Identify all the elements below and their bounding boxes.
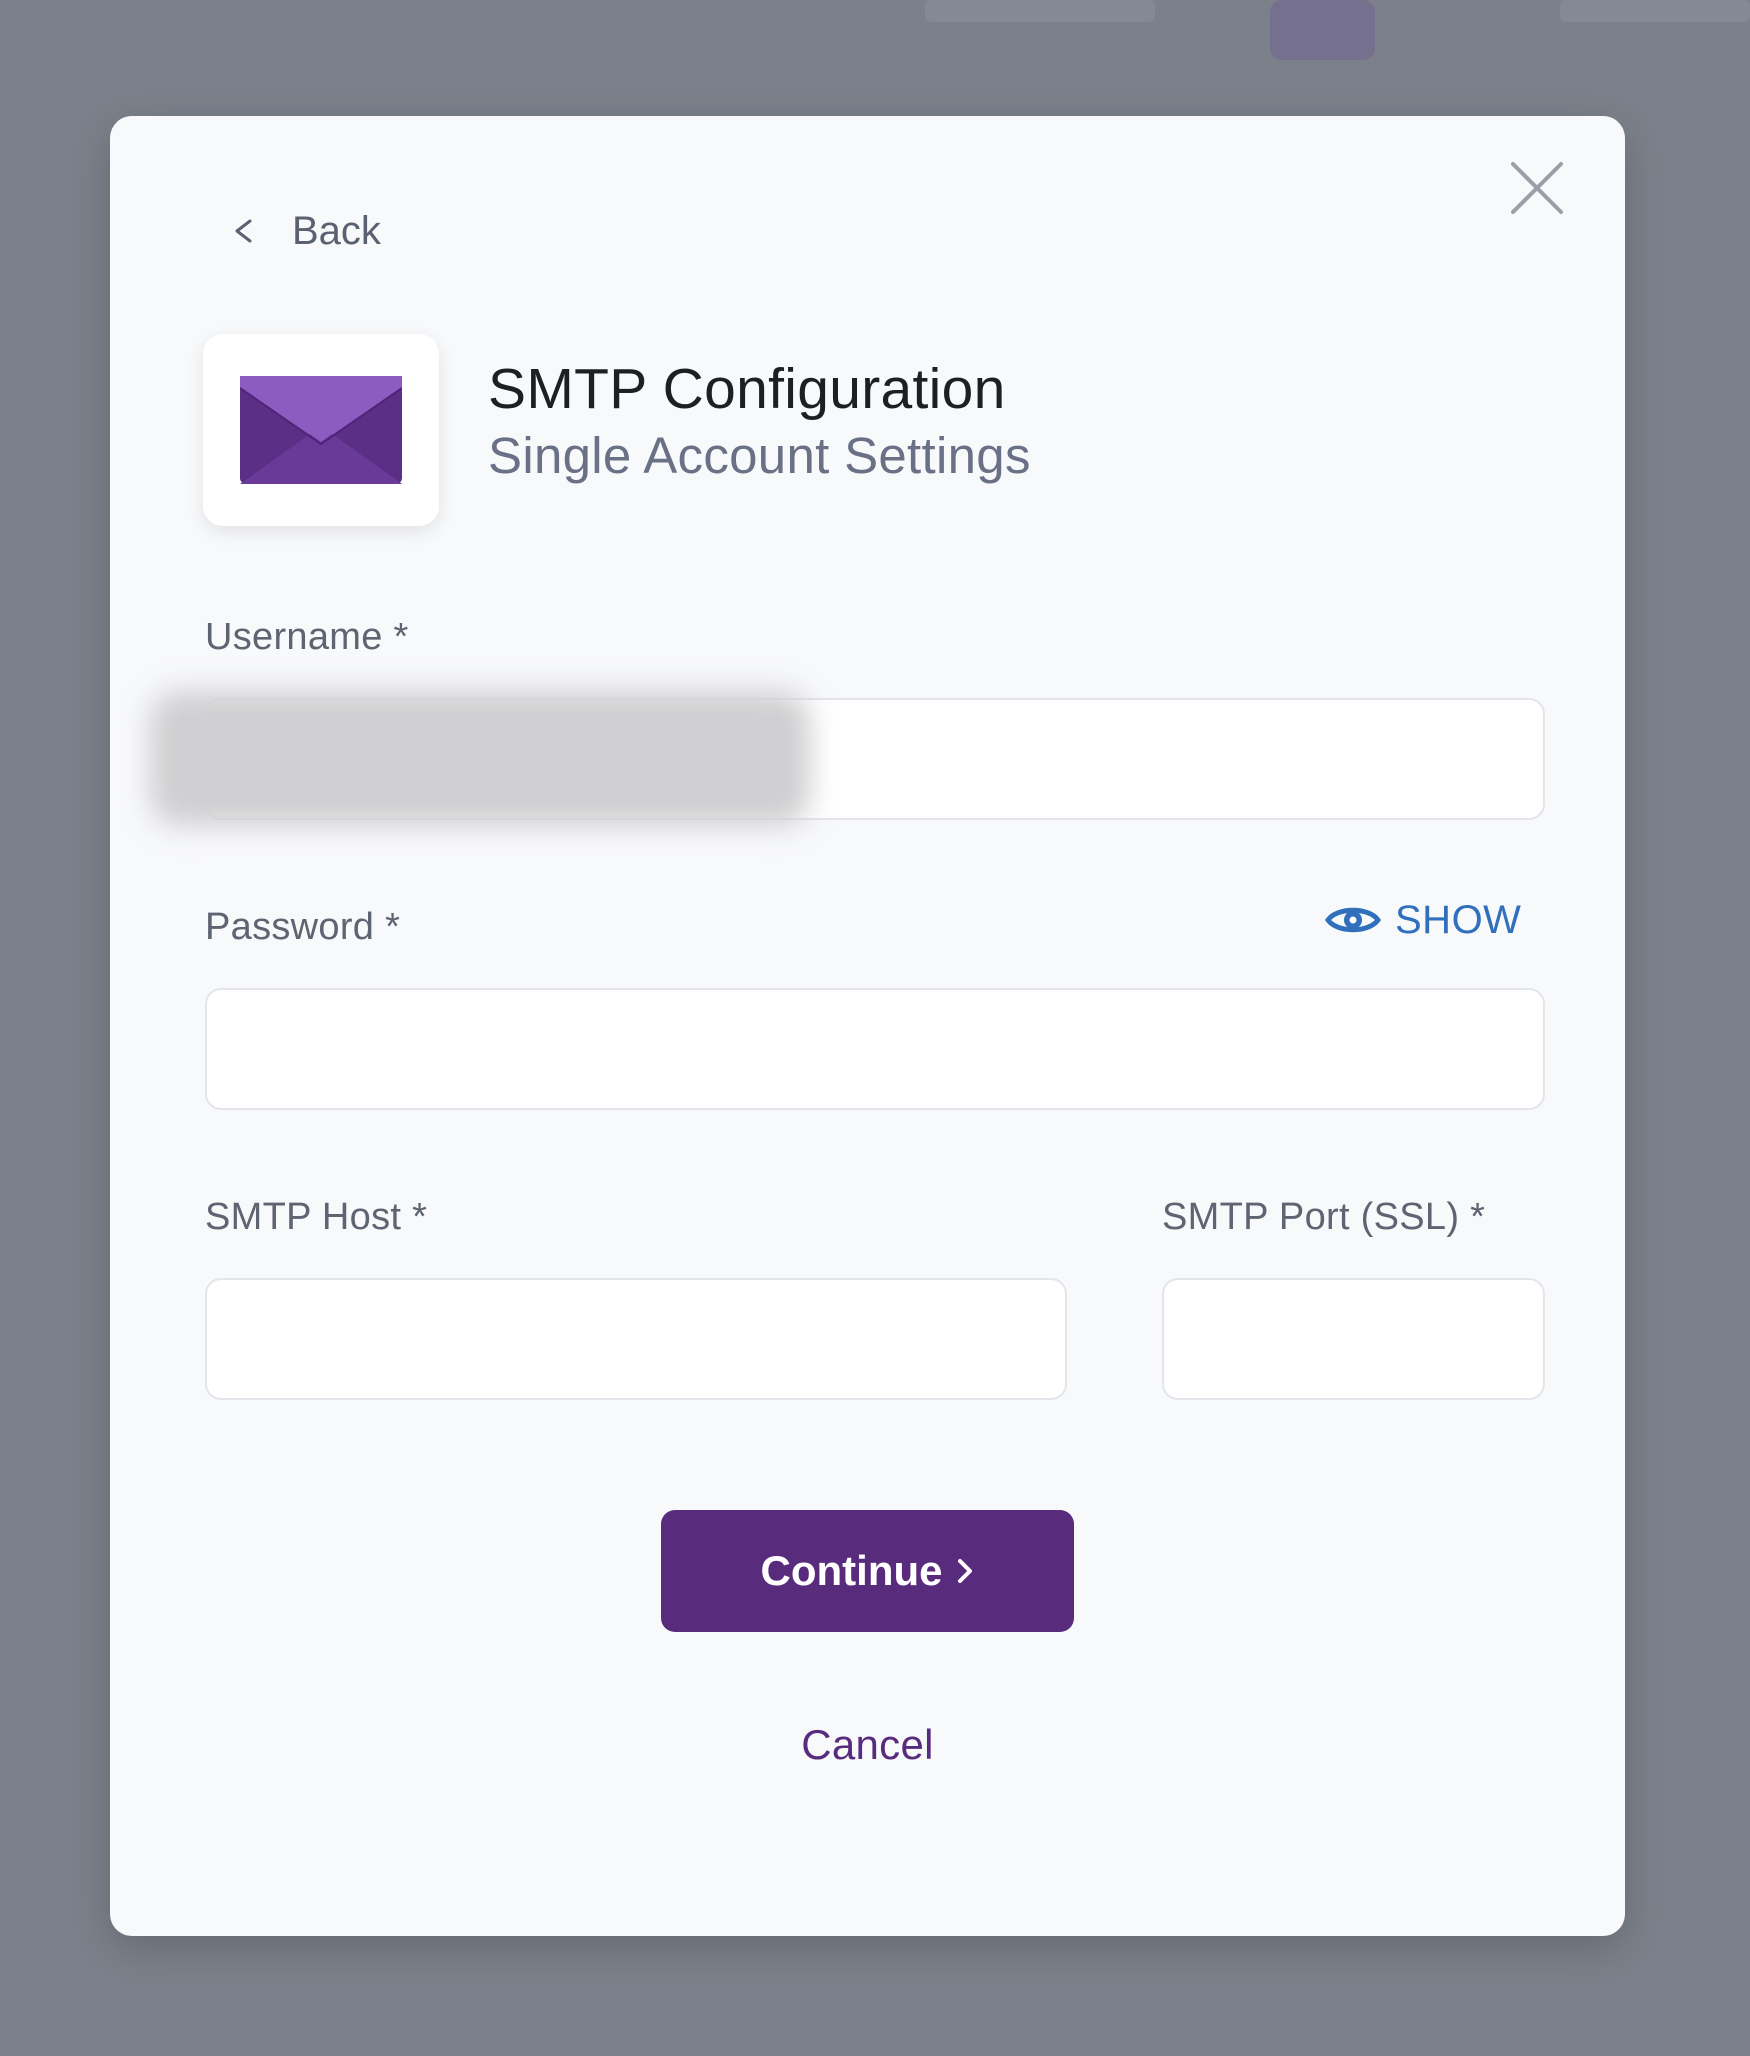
close-icon <box>1511 162 1563 214</box>
password-label: Password * <box>205 906 401 948</box>
chevron-left-icon <box>235 219 252 243</box>
chevron-right-icon <box>958 1559 973 1583</box>
background-app-avatar <box>1270 0 1375 60</box>
close-button[interactable] <box>1505 156 1569 220</box>
back-label: Back <box>292 208 381 253</box>
back-button[interactable]: Back <box>232 206 381 256</box>
eye-icon <box>1325 907 1381 933</box>
smtp-logo <box>203 334 439 526</box>
show-password-toggle[interactable]: SHOW <box>1325 896 1521 944</box>
continue-button[interactable]: Continue <box>661 1510 1074 1632</box>
cancel-button[interactable]: Cancel <box>661 1721 1074 1769</box>
password-input[interactable] <box>205 988 1545 1110</box>
background-app-text <box>925 0 1155 22</box>
redacted-username <box>150 691 810 826</box>
dialog-subtitle: Single Account Settings <box>488 427 1031 484</box>
username-label: Username * <box>205 616 409 658</box>
smtp-port-label: SMTP Port (SSL) * <box>1162 1196 1486 1238</box>
smtp-port-input[interactable] <box>1162 1278 1545 1400</box>
show-label: SHOW <box>1395 897 1522 942</box>
envelope-icon <box>240 376 402 484</box>
smtp-configuration-dialog: Back SMTP Configuration Single Account S… <box>110 116 1625 1936</box>
dialog-title: SMTP Configuration <box>488 357 1006 421</box>
continue-label: Continue <box>760 1547 943 1594</box>
background-app-text <box>1560 0 1750 22</box>
smtp-host-input[interactable] <box>205 1278 1067 1400</box>
smtp-host-label: SMTP Host * <box>205 1196 428 1238</box>
